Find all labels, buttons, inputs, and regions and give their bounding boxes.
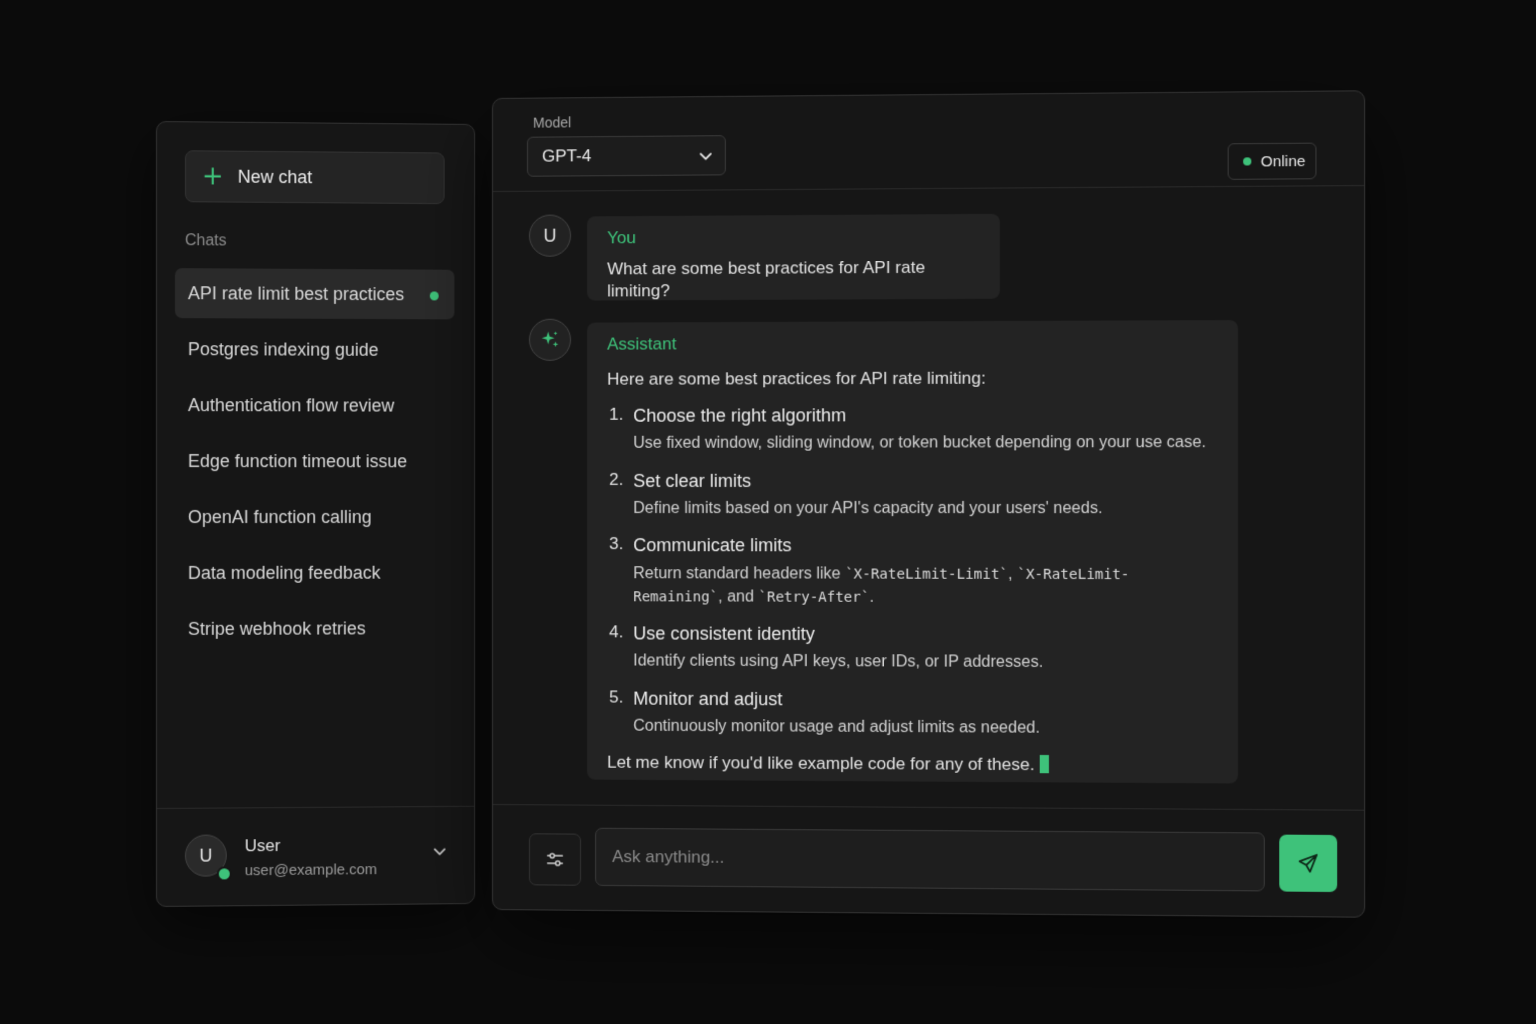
user-name: User <box>244 836 281 856</box>
chat-item-label: Postgres indexing guide <box>187 338 379 360</box>
chat-panel: Model GPT-4 Online U You What are some b… <box>492 90 1366 918</box>
sparkle-icon <box>541 331 558 347</box>
chat-item[interactable]: Stripe webhook retries <box>175 603 454 654</box>
status-label: Online <box>1260 152 1306 170</box>
chat-list: API rate limit best practices Postgres i… <box>174 268 455 660</box>
chat-item-active[interactable]: API rate limit best practices <box>174 268 455 320</box>
message-text: What are some best practices for API rat… <box>607 257 926 301</box>
plus-icon: + <box>201 161 224 192</box>
sliders-icon <box>544 848 566 870</box>
chat-item[interactable]: OpenAI function calling <box>175 492 454 542</box>
sidebar: + New chat Chats API rate limit best pra… <box>156 121 476 907</box>
message-outro: Let me know if you'd like example code f… <box>607 752 1217 778</box>
send-icon <box>1297 852 1320 875</box>
step-number: 5. <box>609 687 624 707</box>
chats-heading: Chats <box>184 232 227 250</box>
model-label: Model <box>532 114 572 131</box>
step-title: Use consistent identity <box>633 623 815 644</box>
step-title: Communicate limits <box>633 535 792 556</box>
step-description: Return standard headers like `X-RateLimi… <box>633 562 1217 610</box>
step-number: 2. <box>609 469 624 489</box>
steps-list: 1. Choose the right algorithm Use fixed … <box>607 404 1217 741</box>
desc-text: . <box>869 588 874 606</box>
step-title: Choose the right algorithm <box>633 405 847 426</box>
send-button[interactable] <box>1279 834 1338 893</box>
chat-item[interactable]: Data modeling feedback <box>175 548 454 598</box>
new-chat-button[interactable]: + New chat <box>184 150 445 205</box>
model-select[interactable]: GPT-4 <box>526 135 726 177</box>
step-description: Define limits based on your API's capaci… <box>633 500 1103 518</box>
chat-item-label: Stripe webhook retries <box>187 617 366 639</box>
chat-item[interactable]: Edge function timeout issue <box>175 436 454 486</box>
active-indicator-dot <box>429 291 439 301</box>
step-description: Use fixed window, sliding window, or tok… <box>633 434 1207 453</box>
step-title: Monitor and adjust <box>633 688 783 709</box>
status-dot <box>1243 157 1252 166</box>
composer <box>492 804 1365 917</box>
chat-item[interactable]: Authentication flow review <box>175 380 454 431</box>
step-description: Continuously monitor usage and adjust li… <box>633 717 1040 737</box>
chat-item-label: OpenAI function calling <box>187 506 372 527</box>
assistant-avatar <box>528 318 572 361</box>
user-avatar: U <box>528 214 572 257</box>
user-menu[interactable]: U User user@example.com <box>156 805 475 906</box>
chat-item-label: Data modeling feedback <box>187 562 381 583</box>
step-number: 1. <box>609 404 624 424</box>
online-presence-dot <box>216 866 232 882</box>
model-select-value: GPT-4 <box>541 146 592 166</box>
desc-text: Return standard headers like <box>633 564 846 583</box>
step-item: 4. Use consistent identity Identify clie… <box>607 622 1217 675</box>
code-header-retry: `Retry-After` <box>758 589 870 606</box>
code-header-limit: `X-RateLimit-Limit` <box>845 566 1009 583</box>
assistant-message-bubble: Assistant Here are some best practices f… <box>587 320 1238 784</box>
chat-item-label: Edge function timeout issue <box>187 450 408 471</box>
chevron-down-icon[interactable] <box>433 845 447 859</box>
step-title: Set clear limits <box>633 470 752 491</box>
desc-sep: , and <box>718 588 759 606</box>
outro-text: Let me know if you'd like example code f… <box>607 752 1035 775</box>
chat-item-label: API rate limit best practices <box>187 282 405 304</box>
step-description: Identify clients using API keys, user ID… <box>633 652 1044 672</box>
step-number: 3. <box>609 534 624 554</box>
chat-header: Model GPT-4 Online <box>492 91 1365 192</box>
step-item: 5. Monitor and adjust Continuously monit… <box>607 687 1217 741</box>
chat-item[interactable]: Postgres indexing guide <box>175 324 454 375</box>
new-chat-label: New chat <box>237 166 313 187</box>
chevron-down-icon <box>699 149 713 163</box>
step-item: 3. Communicate limits Return standard he… <box>607 534 1217 609</box>
typing-cursor <box>1039 755 1049 774</box>
step-item: 1. Choose the right algorithm Use fixed … <box>607 404 1217 456</box>
step-item: 2. Set clear limits Define limits based … <box>607 469 1217 520</box>
message-sender: You <box>607 228 636 248</box>
tools-button[interactable] <box>528 833 582 886</box>
status-badge: Online <box>1227 142 1317 180</box>
step-number: 4. <box>609 622 624 642</box>
message-input[interactable] <box>595 827 1265 892</box>
desc-sep: , <box>1008 565 1018 583</box>
user-email: user@example.com <box>244 861 378 880</box>
user-message-bubble: You What are some best practices for API… <box>587 213 1000 301</box>
message-sender: Assistant <box>607 334 677 354</box>
message-intro: Here are some best practices for API rat… <box>607 368 986 389</box>
chat-item-label: Authentication flow review <box>187 394 395 416</box>
